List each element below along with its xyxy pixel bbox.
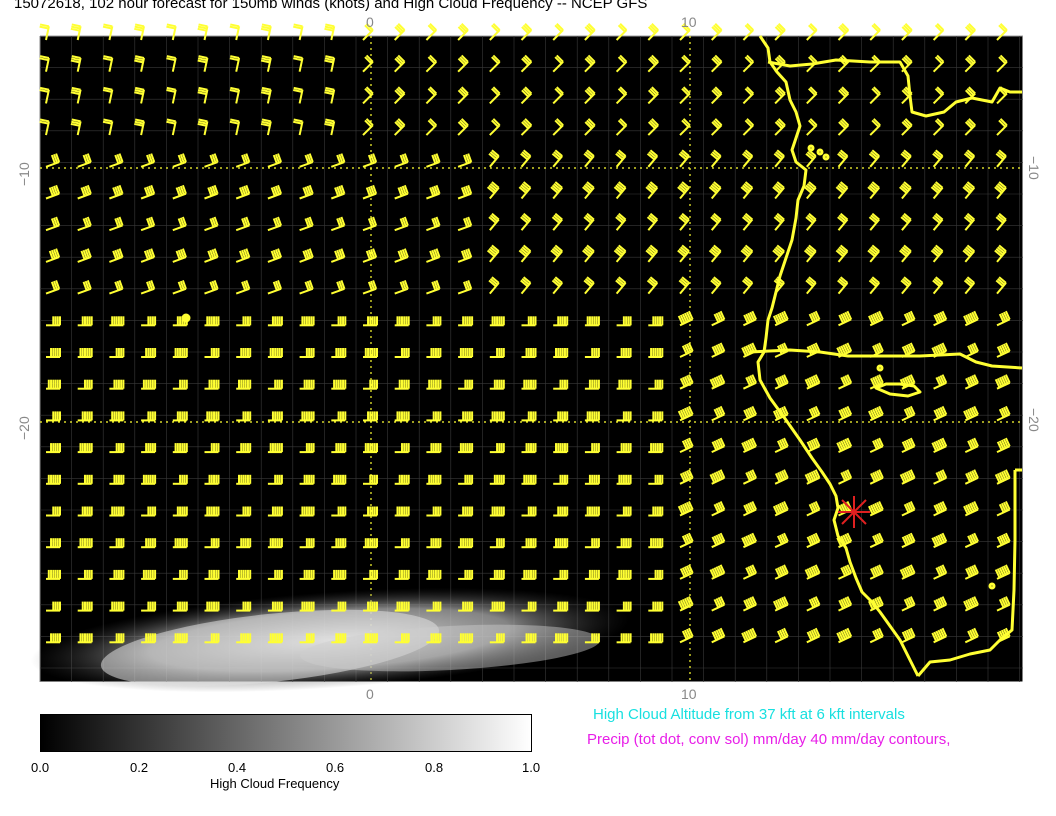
wind-barb [394,411,410,422]
wind-barb [553,538,569,549]
wind-barb [363,443,378,454]
wind-barb [77,348,93,358]
wind-barb [204,506,220,517]
wind-barb [172,538,188,549]
wind-barb [267,348,283,358]
wind-barb [553,633,569,644]
y-tick-right-20: −20 [1026,408,1042,432]
wind-barb [394,601,410,612]
wind-map [30,23,1024,693]
wind-barb [521,379,537,390]
wind-barb [648,538,664,549]
wind-barb [616,379,632,390]
wind-barb [521,569,537,580]
y-tick-left-10: −10 [16,162,32,186]
wind-barb [204,411,220,422]
wind-barb [77,633,93,644]
location-marker-icon [838,496,870,528]
wind-barb [584,601,600,612]
x-tick-bottom-10: 10 [681,686,697,702]
wind-barb [458,633,474,644]
wind-barb [172,348,188,358]
wind-barb [648,633,664,644]
wind-barb [141,474,157,485]
wind-barb [363,538,378,549]
wind-barb [77,538,93,549]
wind-barb [394,506,410,517]
wind-barb [458,538,474,549]
wind-barb [458,348,474,358]
wind-barb [363,633,378,644]
y-tick-left-20: −20 [16,416,32,440]
wind-barb [331,569,347,580]
wind-barb [109,411,125,422]
wind-barb [489,601,505,612]
wind-barb [299,316,315,327]
wind-barb [236,379,252,390]
wind-barb [458,443,474,454]
wind-barb [204,601,220,612]
x-tick-top-0: 0 [366,14,374,30]
wind-barb [648,348,664,358]
wind-barb [236,569,252,580]
wind-barb [331,474,347,485]
wind-barb [46,379,61,390]
wind-barb [299,601,315,612]
cloud-altitude-legend: High Cloud Altitude from 37 kft at 6 kft… [593,706,905,723]
wind-barb [489,411,505,422]
colorbar-tick: 0.2 [130,760,149,775]
map-frame [39,35,1024,683]
colorbar-tick: 1.0 [522,760,541,775]
wind-barb [299,506,315,517]
wind-barb [109,316,125,327]
colorbar-tick: 0.8 [425,760,444,775]
wind-barb [172,633,188,644]
wind-barb [204,316,220,327]
colorbar-tick: 0.6 [326,760,345,775]
wind-barb [616,569,632,580]
wind-barb [172,443,188,454]
wind-barb [584,411,600,422]
wind-barb [109,506,125,517]
x-tick-top-10: 10 [681,14,697,30]
wind-barb [584,316,600,327]
wind-barb [236,474,252,485]
wind-barb [267,443,283,454]
wind-barb [553,443,569,454]
wind-barb [77,443,93,454]
colorbar-tick: 0.4 [228,760,247,775]
precip-legend: Precip (tot dot, conv sol) mm/day 40 mm/… [587,731,951,748]
colorbar-title: High Cloud Frequency [210,776,340,791]
wind-barb [426,569,442,580]
wind-barb [426,379,442,390]
wind-barb [489,316,505,327]
wind-barb [109,601,125,612]
wind-barb [46,569,61,580]
wind-barb [648,443,664,454]
wind-barb [267,633,283,644]
wind-barb [267,538,283,549]
wind-barb [299,411,315,422]
colorbar-tick: 0.0 [31,760,50,775]
x-tick-bottom-0: 0 [366,686,374,702]
wind-barb [553,348,569,358]
wind-barb [489,506,505,517]
wind-barb [584,506,600,517]
wind-barb [141,379,157,390]
wind-barb [426,474,442,485]
y-tick-right-10: −10 [1026,156,1042,180]
wind-barb [46,474,61,485]
colorbar [40,714,532,752]
wind-barb [521,474,537,485]
wind-barb [331,379,347,390]
wind-barb [394,316,410,327]
wind-barb [616,474,632,485]
wind-barb [363,348,378,358]
wind-barb [141,569,157,580]
